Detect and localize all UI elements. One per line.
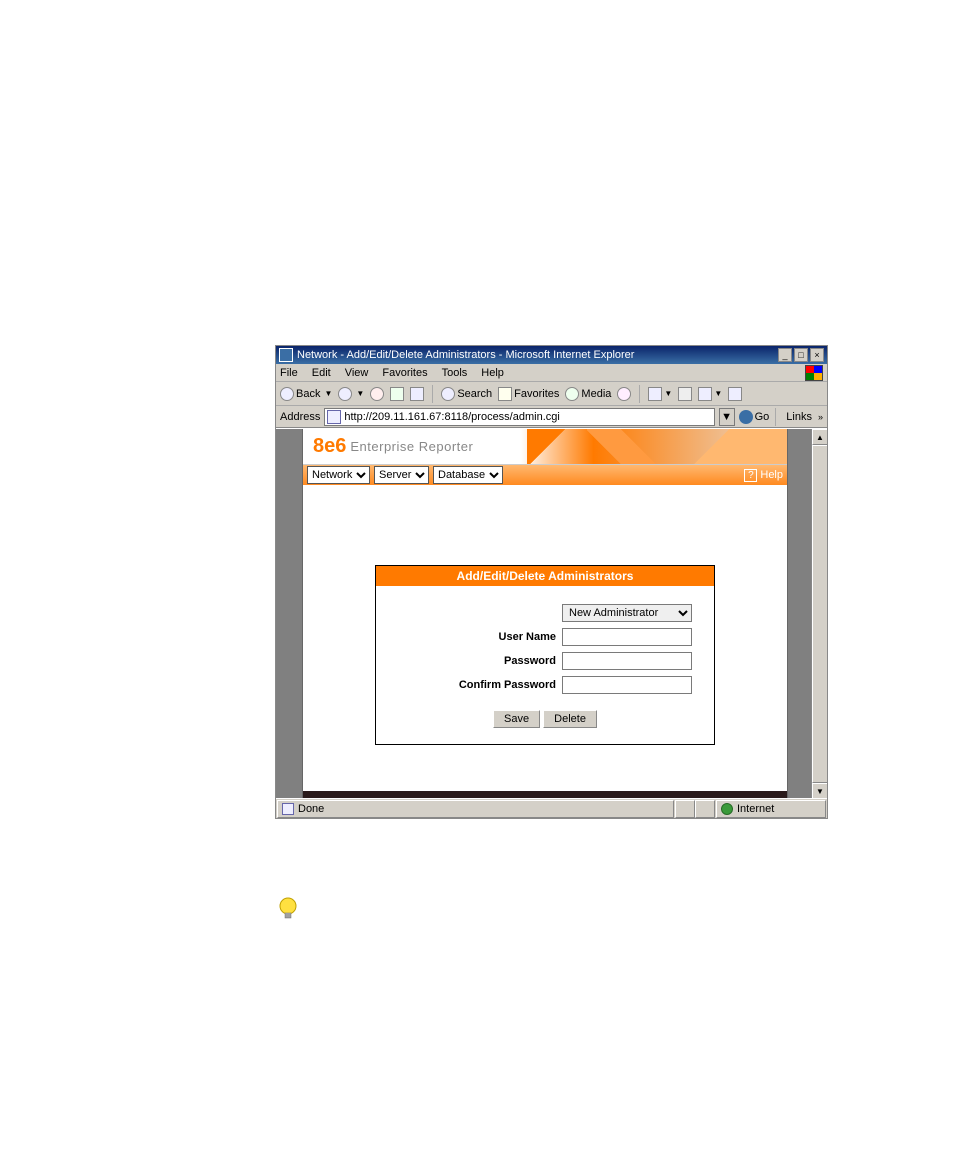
status-cell-2 xyxy=(695,800,715,818)
menu-edit[interactable]: Edit xyxy=(312,367,331,379)
zone-text: Internet xyxy=(737,803,774,815)
status-cell-1 xyxy=(675,800,695,818)
menu-view[interactable]: View xyxy=(345,367,369,379)
scroll-thumb[interactable] xyxy=(812,445,827,783)
content-area: 8e6 Enterprise Reporter Network Server D… xyxy=(276,428,827,798)
confirm-password-input[interactable] xyxy=(562,676,692,694)
favorites-icon xyxy=(498,387,512,401)
status-text: Done xyxy=(298,803,324,815)
maximize-button[interactable]: □ xyxy=(794,348,808,362)
banner-graphic xyxy=(527,429,787,465)
mail-button[interactable]: ▼ xyxy=(648,387,672,401)
menu-file[interactable]: File xyxy=(280,367,298,379)
confirm-password-label: Confirm Password xyxy=(398,679,562,691)
media-button[interactable]: Media xyxy=(565,387,611,401)
admin-panel: Add/Edit/Delete Administrators New Admin… xyxy=(375,565,715,745)
username-label: User Name xyxy=(398,631,562,643)
home-icon xyxy=(410,387,424,401)
address-input[interactable]: http://209.11.161.67:8118/process/admin.… xyxy=(324,408,714,426)
scroll-down-button[interactable]: ▼ xyxy=(812,783,827,798)
username-input[interactable] xyxy=(562,628,692,646)
title-bar: Network - Add/Edit/Delete Administrators… xyxy=(276,346,827,364)
panel-title: Add/Edit/Delete Administrators xyxy=(376,566,714,586)
footer-strip xyxy=(303,791,787,798)
back-icon xyxy=(280,387,294,401)
brand-product: Enterprise Reporter xyxy=(350,439,473,454)
media-icon xyxy=(565,387,579,401)
favorites-button[interactable]: Favorites xyxy=(498,387,559,401)
menu-help[interactable]: Help xyxy=(481,367,504,379)
help-link[interactable]: Help xyxy=(760,469,783,481)
history-icon xyxy=(617,387,631,401)
address-label: Address xyxy=(280,411,320,423)
history-button[interactable] xyxy=(617,387,631,401)
refresh-button[interactable] xyxy=(390,387,404,401)
discuss-button[interactable] xyxy=(728,387,742,401)
search-icon xyxy=(441,387,455,401)
password-label: Password xyxy=(398,655,562,667)
page-icon xyxy=(327,410,341,424)
stop-icon xyxy=(370,387,384,401)
stop-button[interactable] xyxy=(370,387,384,401)
admin-select[interactable]: New Administrator xyxy=(562,604,692,622)
mail-icon xyxy=(648,387,662,401)
go-button[interactable]: Go xyxy=(739,410,770,424)
address-dropdown[interactable]: ▼ xyxy=(719,408,735,426)
menu-tools[interactable]: Tools xyxy=(442,367,468,379)
delete-button[interactable]: Delete xyxy=(543,710,597,728)
address-url: http://209.11.161.67:8118/process/admin.… xyxy=(344,411,559,423)
vertical-scrollbar[interactable]: ▲ ▼ xyxy=(811,429,827,798)
print-icon xyxy=(678,387,692,401)
password-input[interactable] xyxy=(562,652,692,670)
print-button[interactable] xyxy=(678,387,692,401)
save-button[interactable]: Save xyxy=(493,710,540,728)
status-bar: Done Internet xyxy=(276,798,827,818)
minimize-button[interactable]: _ xyxy=(778,348,792,362)
app-menubar: Network Server Database ? Help xyxy=(303,465,787,485)
forward-button[interactable]: ▼ xyxy=(338,387,364,401)
close-button[interactable]: × xyxy=(810,348,824,362)
back-button[interactable]: Back▼ xyxy=(280,387,332,401)
edit-button[interactable]: ▼ xyxy=(698,387,722,401)
links-label[interactable]: Links xyxy=(786,411,812,423)
network-dropdown[interactable]: Network xyxy=(307,466,370,484)
database-dropdown[interactable]: Database xyxy=(433,466,503,484)
menu-bar: File Edit View Favorites Tools Help xyxy=(276,364,827,382)
ie-icon xyxy=(279,348,293,362)
home-button[interactable] xyxy=(410,387,424,401)
windows-logo-icon xyxy=(805,365,823,381)
done-icon xyxy=(282,803,294,815)
server-dropdown[interactable]: Server xyxy=(374,466,429,484)
go-icon xyxy=(739,410,753,424)
brand-logo: 8e6 xyxy=(313,435,346,458)
internet-zone-icon xyxy=(721,803,733,815)
brand-banner: 8e6 Enterprise Reporter xyxy=(303,429,787,465)
search-button[interactable]: Search xyxy=(441,387,492,401)
discuss-icon xyxy=(728,387,742,401)
lightbulb-icon xyxy=(275,896,301,922)
address-bar: Address http://209.11.161.67:8118/proces… xyxy=(276,406,827,428)
window-title: Network - Add/Edit/Delete Administrators… xyxy=(297,349,778,361)
forward-icon xyxy=(338,387,352,401)
toolbar: Back▼ ▼ Search Favorites Media ▼ ▼ xyxy=(276,382,827,406)
scroll-up-button[interactable]: ▲ xyxy=(812,429,827,445)
edit-icon xyxy=(698,387,712,401)
refresh-icon xyxy=(390,387,404,401)
browser-window: Network - Add/Edit/Delete Administrators… xyxy=(275,345,828,819)
menu-favorites[interactable]: Favorites xyxy=(382,367,427,379)
page-content: 8e6 Enterprise Reporter Network Server D… xyxy=(302,429,788,798)
help-icon[interactable]: ? xyxy=(744,469,757,482)
